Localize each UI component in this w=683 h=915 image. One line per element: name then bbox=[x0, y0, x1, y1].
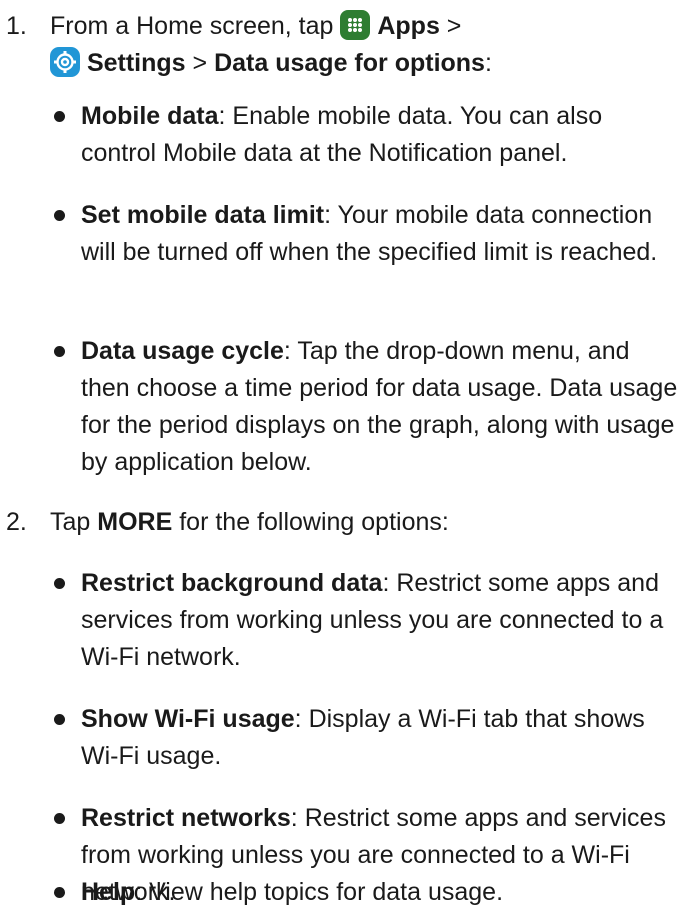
bullet-dot bbox=[54, 210, 65, 221]
settings-gear-icon bbox=[50, 47, 80, 77]
bullet-text: Show Wi-Fi usage: Display a Wi-Fi tab th… bbox=[81, 701, 681, 775]
step-number: 2. bbox=[6, 508, 27, 536]
bullet-term: Set mobile data limit bbox=[81, 201, 325, 229]
instruction-text: From a Home screen, tap bbox=[50, 12, 334, 40]
instruction-text: Tap bbox=[50, 508, 91, 536]
apps-grid-icon bbox=[340, 10, 371, 40]
step-2-instruction: Tap MORE for the following options: bbox=[50, 504, 680, 541]
bullet-term: Mobile data bbox=[81, 102, 219, 130]
step-number: 1. bbox=[6, 12, 27, 40]
bullet-term: Show Wi-Fi usage bbox=[81, 705, 295, 733]
bullet-text: Restrict background data: Restrict some … bbox=[81, 565, 681, 676]
bullet-text: Help: View help topics for data usage. bbox=[81, 874, 681, 911]
bullet-dot bbox=[54, 111, 65, 122]
step-1-line-2: Settings > Data usage for options: bbox=[50, 45, 492, 82]
bullet-term: Restrict background data bbox=[81, 569, 383, 597]
bullet-dot bbox=[54, 578, 65, 589]
settings-label: Settings bbox=[86, 49, 186, 77]
separator: > bbox=[446, 12, 462, 40]
data-usage-label: Data usage for options bbox=[214, 49, 485, 77]
bullet-term: Data usage cycle bbox=[81, 337, 284, 365]
bullet-term: Help bbox=[81, 878, 136, 906]
bullet-description: : View help topics for data usage. bbox=[135, 878, 504, 906]
bullet-term: Restrict networks bbox=[81, 804, 291, 832]
step-1-line-1: From a Home screen, tap Apps > bbox=[50, 8, 461, 45]
bullet-dot bbox=[54, 346, 65, 357]
instruction-text: for the following options: bbox=[179, 508, 449, 536]
bullet-text: Data usage cycle: Tap the drop-down menu… bbox=[81, 333, 681, 481]
bullet-text: Set mobile data limit: Your mobile data … bbox=[81, 197, 681, 271]
bullet-dot bbox=[54, 714, 65, 725]
bullet-dot bbox=[54, 813, 65, 824]
apps-label: Apps bbox=[377, 12, 440, 40]
bullet-text: Mobile data: Enable mobile data. You can… bbox=[81, 98, 681, 172]
separator: > bbox=[192, 49, 208, 77]
colon: : bbox=[484, 49, 492, 77]
more-label: MORE bbox=[97, 508, 173, 536]
bullet-dot bbox=[54, 887, 65, 898]
